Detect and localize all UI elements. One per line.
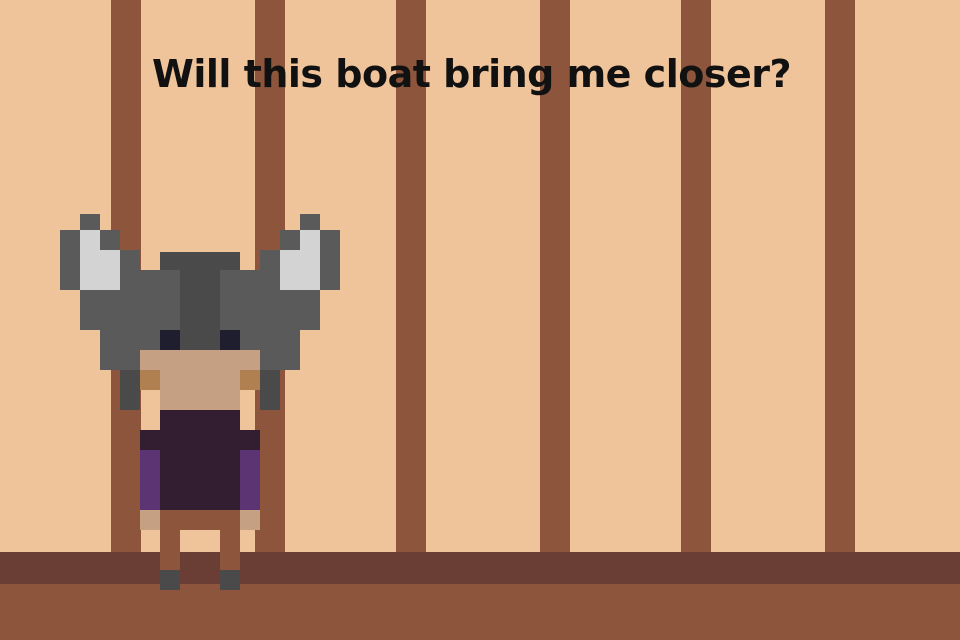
game-scene: Will this boat bring me closer? — [0, 0, 960, 640]
floor-shadow — [0, 552, 960, 584]
eye-right — [220, 330, 240, 350]
eye-left — [160, 330, 180, 350]
face — [140, 330, 260, 430]
player-character — [60, 214, 340, 590]
floor — [0, 584, 960, 640]
dialogue-text: Will this boat bring me closer? — [151, 52, 792, 96]
tunic — [140, 410, 260, 530]
